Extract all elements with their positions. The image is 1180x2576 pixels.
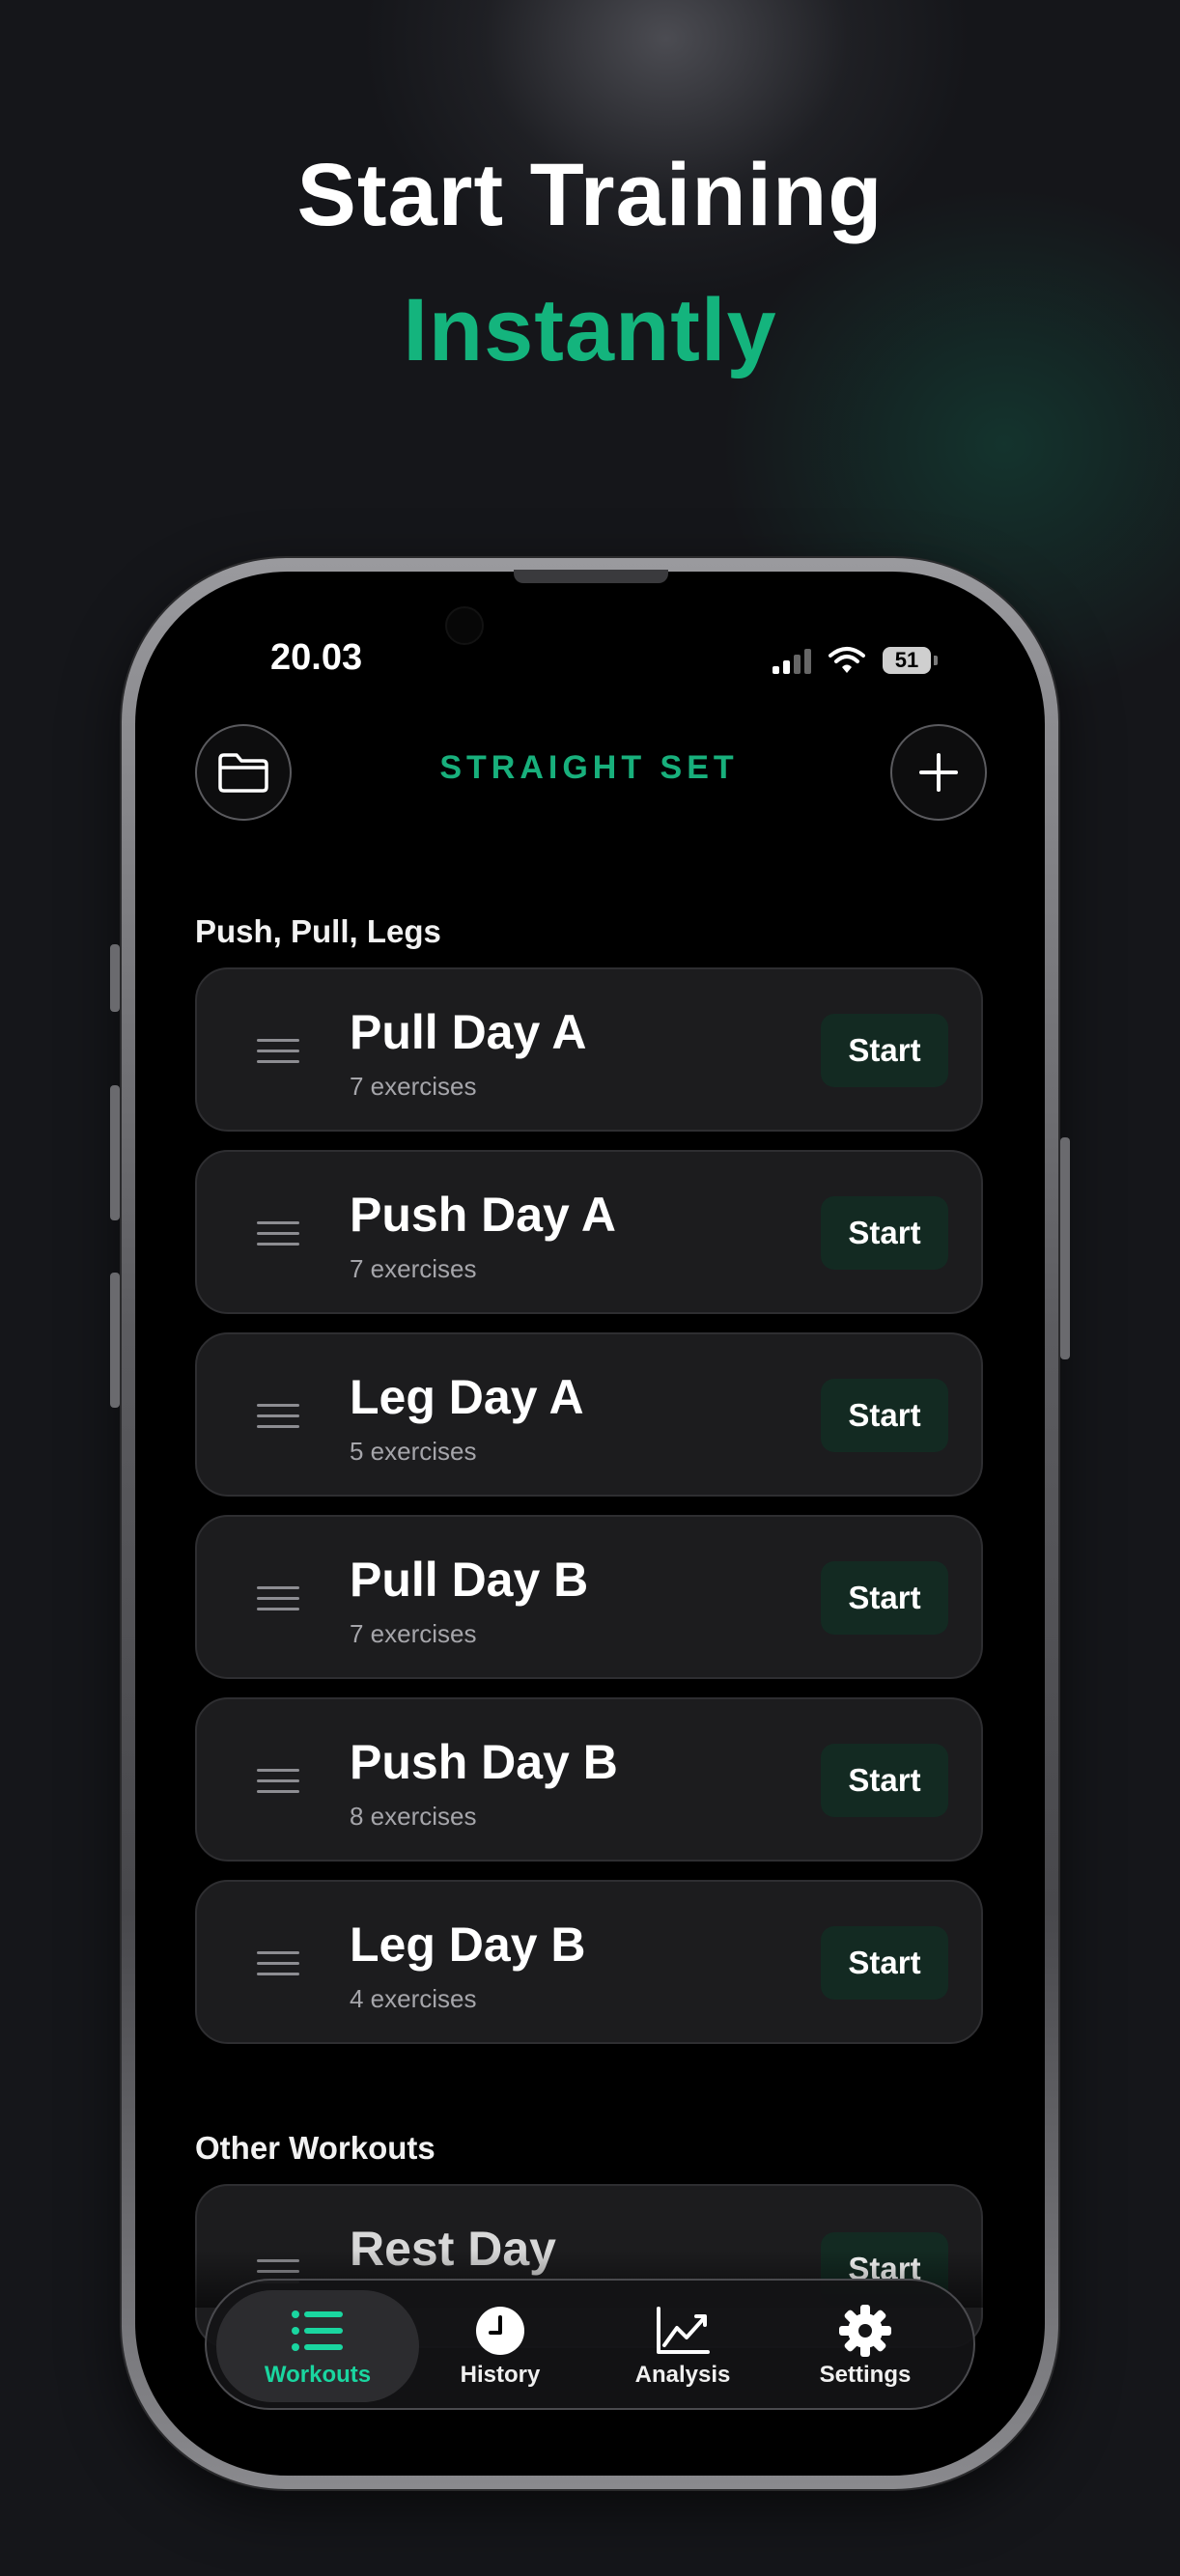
app-title: STRAIGHT SET [439, 749, 739, 786]
exercise-count: 7 exercises [350, 1254, 477, 1283]
exercise-count: 7 exercises [350, 1619, 477, 1648]
workout-card[interactable]: Leg Day B 4 exercises Start [195, 1880, 983, 2044]
exercise-count: 8 exercises [350, 1802, 477, 1831]
workout-name: Pull Day B [350, 1553, 589, 1607]
tab-workouts[interactable]: Workouts [216, 2290, 419, 2402]
exercise-count: 7 exercises [350, 1072, 477, 1101]
tab-history[interactable]: History [399, 2290, 602, 2402]
workout-name: Push Day B [350, 1735, 618, 1789]
list-icon [292, 2310, 343, 2351]
drag-handle-icon[interactable] [257, 1221, 299, 1253]
workout-name: Leg Day B [350, 1918, 586, 1972]
front-camera [445, 606, 484, 645]
tab-settings[interactable]: Settings [764, 2290, 967, 2402]
add-workout-button[interactable] [890, 724, 987, 821]
workout-card[interactable]: Pull Day B 7 exercises Start [195, 1515, 983, 1679]
drag-handle-icon[interactable] [257, 1769, 299, 1801]
tab-bar: Workouts History Analysis Settings [205, 2279, 975, 2410]
start-button[interactable]: Start [821, 1196, 948, 1270]
start-button[interactable]: Start [821, 1926, 948, 2000]
plus-icon [919, 753, 958, 792]
drag-handle-icon[interactable] [257, 1951, 299, 1983]
headline-line-2: Instantly [403, 281, 777, 379]
section-title: Push, Pull, Legs [195, 913, 441, 949]
status-time: 20.03 [270, 637, 363, 678]
start-button[interactable]: Start [821, 1379, 948, 1452]
workout-card[interactable]: Pull Day A 7 exercises Start [195, 967, 983, 1132]
gear-icon [839, 2305, 891, 2357]
status-icons: 51 [773, 641, 938, 680]
folder-icon [218, 753, 268, 793]
wifi-icon [829, 647, 865, 673]
exercise-count: 4 exercises [350, 1984, 477, 2013]
chart-icon [657, 2307, 710, 2354]
drag-handle-icon[interactable] [257, 1586, 299, 1618]
speaker-grille [514, 570, 668, 583]
workout-name: Push Day A [350, 1188, 617, 1242]
start-button[interactable]: Start [821, 1561, 948, 1635]
section-title: Other Workouts [195, 2130, 435, 2166]
exercise-count: 5 exercises [350, 1437, 477, 1466]
tab-label: Workouts [264, 2362, 372, 2388]
drag-handle-icon[interactable] [257, 1404, 299, 1436]
workout-card[interactable]: Leg Day A 5 exercises Start [195, 1332, 983, 1497]
battery-indicator: 51 [883, 647, 938, 674]
start-button[interactable]: Start [821, 1744, 948, 1817]
tab-label: History [460, 2362, 541, 2388]
tab-analysis[interactable]: Analysis [581, 2290, 784, 2402]
headline-line-1: Start Training [296, 146, 884, 244]
folder-button[interactable] [195, 724, 292, 821]
clock-icon [476, 2307, 524, 2355]
workout-card[interactable]: Push Day B 8 exercises Start [195, 1697, 983, 1862]
workout-name: Pull Day A [350, 1005, 587, 1059]
drag-handle-icon[interactable] [257, 1039, 299, 1071]
start-button[interactable]: Start [821, 1014, 948, 1087]
workout-name: Leg Day A [350, 1370, 584, 1424]
tab-label: Analysis [634, 2362, 731, 2388]
tab-label: Settings [819, 2362, 912, 2388]
signal-icon [773, 647, 811, 674]
workout-card[interactable]: Push Day A 7 exercises Start [195, 1150, 983, 1314]
